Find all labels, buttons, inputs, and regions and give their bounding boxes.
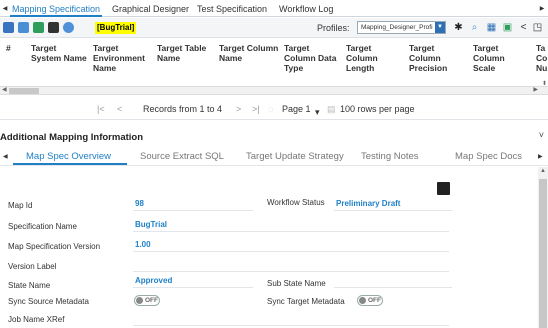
column-header[interactable]: Target System Name [31, 43, 87, 63]
tab-graphical-designer[interactable]: Graphical Designer [110, 2, 191, 17]
map-spec-overview-form: Map Id 98 Workflow Status Preliminary Dr… [0, 167, 538, 328]
toggle-state: OFF [368, 297, 381, 304]
sync-icon[interactable] [33, 22, 44, 33]
share-icon[interactable]: < [518, 22, 529, 33]
active-tab-underline [13, 163, 127, 165]
column-header[interactable]: Target Column Data Type [284, 43, 338, 73]
tabs-scroll-right-icon[interactable]: ▶ [538, 3, 546, 15]
tab-target-update-strategy[interactable]: Target Update Strategy [246, 151, 344, 162]
tab-workflow-log[interactable]: Workflow Log [277, 2, 335, 17]
first-page-icon[interactable]: |< [97, 104, 105, 114]
field-underline [133, 210, 253, 211]
spec-version-value: 1.00 [135, 240, 151, 249]
job-xref-input[interactable] [133, 325, 449, 326]
field-underline [133, 287, 253, 288]
scroll-right-icon[interactable]: ▶ [533, 87, 538, 94]
toggle-knob [359, 297, 366, 304]
profile-select[interactable]: Mapping_Designer_Profi ▼ [357, 21, 446, 34]
records-range: Records from 1 to 4 [143, 104, 223, 114]
version-label-input[interactable] [133, 271, 449, 272]
excel-icon[interactable]: ▣ [502, 22, 513, 33]
spec-version-label: Map Specification Version [8, 242, 101, 251]
state-name-label: State Name [8, 281, 51, 290]
chevron-down-icon[interactable]: ˅ [539, 130, 544, 140]
next-page-icon[interactable]: > [236, 104, 241, 114]
map-id-value: 98 [135, 199, 144, 208]
page-select-caret-icon[interactable]: ▾ [315, 107, 320, 118]
map-id-label: Map Id [8, 201, 33, 210]
gear-icon[interactable]: ✱ [453, 22, 464, 33]
field-underline [334, 210, 452, 211]
sub-tabs-scroll-left-icon[interactable]: ◀ [3, 153, 8, 160]
job-xref-label: Job Name XRef [8, 315, 65, 324]
column-header[interactable]: Target Column Scale [473, 43, 529, 73]
rows-per-page[interactable]: 100 rows per page [340, 104, 415, 114]
vertical-scrollbar[interactable]: ▲ [538, 167, 548, 328]
search-icon[interactable]: ⌕ [469, 22, 480, 33]
spec-name-label: Specification Name [8, 222, 77, 231]
save-icon[interactable] [48, 22, 59, 33]
scroll-up-icon[interactable]: ▲ [540, 168, 546, 174]
profiles-label: Profiles: [317, 23, 350, 33]
field-underline [133, 231, 449, 232]
chevron-down-icon: ▼ [435, 22, 445, 33]
pager: |< < Records from 1 to 4 > >| ◌ Page 1 ▾… [0, 98, 548, 120]
toggle-knob [136, 297, 143, 304]
top-tab-bar: ◀ Mapping Specification Graphical Design… [0, 0, 548, 17]
horizontal-scrollbar[interactable]: ◀ ▶ ⬍ [0, 81, 548, 95]
tab-testing-notes[interactable]: Testing Notes [361, 151, 419, 162]
scroll-left-icon[interactable]: ◀ [2, 87, 7, 94]
tab-map-spec-overview[interactable]: Map Spec Overview [26, 151, 111, 162]
column-header[interactable]: Target Column Precision [409, 43, 459, 73]
edit-grid-icon[interactable] [3, 22, 14, 33]
sub-state-label: Sub State Name [267, 279, 326, 288]
tab-mapping-specification[interactable]: Mapping Specification [10, 2, 103, 17]
column-header[interactable]: Target Column Name [219, 43, 279, 63]
export-icon[interactable] [18, 22, 29, 33]
scrollbar-thumb[interactable] [9, 88, 39, 94]
spec-name-value[interactable]: BugTrial [135, 220, 167, 229]
last-page-icon[interactable]: >| [252, 104, 260, 114]
tab-test-specification[interactable]: Test Specification [195, 2, 269, 17]
expand-icon[interactable]: ◳ [532, 22, 543, 33]
workflow-status-value: Preliminary Draft [336, 199, 401, 208]
sub-state-input[interactable] [334, 287, 452, 288]
sub-tab-bar: ◀ Map Spec Overview Source Extract SQL T… [0, 146, 548, 166]
page-number[interactable]: Page 1 [282, 104, 311, 114]
column-header[interactable]: Ta Co Nu [536, 43, 548, 73]
profile-select-value: Mapping_Designer_Profi [361, 24, 433, 31]
edit-icon[interactable] [437, 182, 450, 195]
sync-target-label: Sync Target Metadata [267, 297, 345, 306]
toggle-state: OFF [145, 297, 158, 304]
sync-target-toggle[interactable]: OFF [357, 295, 383, 306]
column-header[interactable]: Target Column Length [346, 43, 396, 73]
refresh-icon[interactable] [63, 22, 74, 33]
column-header[interactable]: Target Environment Name [93, 43, 145, 73]
grid-settings-icon[interactable]: ▦ [486, 22, 497, 33]
grid-header: # Target System Name Target Environment … [0, 39, 548, 84]
page-size-icon: ▤ [327, 104, 336, 114]
scroll-up-down-icon[interactable]: ⬍ [542, 81, 547, 88]
column-header[interactable]: # [6, 43, 11, 53]
version-label-label: Version Label [8, 262, 57, 271]
column-header[interactable]: Target Table Name [157, 43, 213, 63]
scrollbar-thumb[interactable] [539, 179, 547, 328]
additional-mapping-header[interactable]: Additional Mapping Information ˅ [0, 129, 548, 145]
tab-map-spec-docs[interactable]: Map Spec Docs [455, 151, 522, 162]
tabs-scroll-left-icon[interactable]: ◀ [1, 3, 9, 15]
toolbar: [BugTrial] Profiles: Mapping_Designer_Pr… [0, 18, 548, 38]
field-underline [133, 251, 449, 252]
tab-source-extract-sql[interactable]: Source Extract SQL [140, 151, 224, 162]
prev-page-icon[interactable]: < [117, 104, 122, 114]
workflow-status-label: Workflow Status [267, 198, 325, 207]
sync-source-toggle[interactable]: OFF [134, 295, 160, 306]
section-title: Additional Mapping Information [0, 132, 144, 143]
sub-tabs-scroll-right-icon[interactable]: ▶ [538, 153, 543, 160]
spec-name-badge: [BugTrial] [95, 22, 137, 34]
sync-source-label: Sync Source Metadata [8, 297, 89, 306]
state-name-value[interactable]: Approved [135, 276, 172, 285]
loading-icon: ◌ [268, 104, 274, 114]
